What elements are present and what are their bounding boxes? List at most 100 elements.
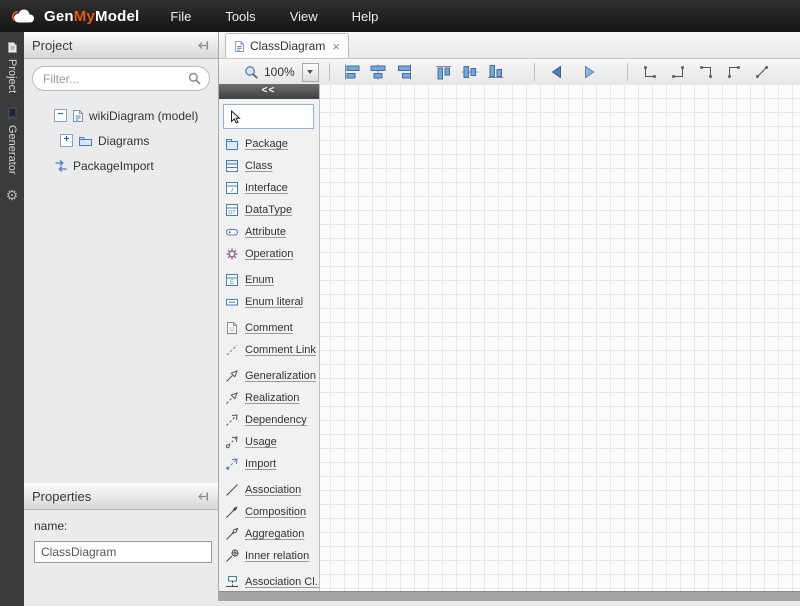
align-bottom-button[interactable] [484,61,508,83]
side-tab-project[interactable]: Project [6,37,18,103]
filter-input[interactable] [32,66,210,91]
editor-area: ClassDiagram × 100% [218,32,800,601]
operation-icon [225,247,239,261]
magnifier-icon [244,65,259,80]
arrow-left-button[interactable] [545,61,569,83]
properties-pin-icon[interactable] [197,490,210,503]
palette-item-association[interactable]: Association [218,479,319,501]
palette-item-usage[interactable]: Usage [218,431,319,453]
menu-file[interactable]: File [153,0,208,32]
elbow-down-right-button[interactable] [638,61,662,83]
elbow-up-right-button[interactable] [722,61,746,83]
palette-item-association-class[interactable]: Association Cl... [218,571,319,592]
palette-item-attribute[interactable]: Attribute [218,221,319,243]
aggregation-icon [225,527,239,541]
collapse-toggle-icon[interactable]: − [54,109,67,122]
palette-item-label: Operation [245,248,293,260]
tab-classdiagram[interactable]: ClassDiagram × [225,33,349,58]
horizontal-scrollbar[interactable] [218,591,800,601]
align-left-button[interactable] [340,61,364,83]
expand-toggle-icon[interactable]: + [60,134,73,147]
association-icon [225,483,239,497]
palette-item-label: Inner relation [245,550,309,562]
tree-node-packageimport[interactable]: PackageImport [24,153,218,178]
menu-view[interactable]: View [273,0,335,32]
brand-model: Model [95,8,139,25]
menu-tools[interactable]: Tools [208,0,272,32]
palette-item-composition[interactable]: Composition [218,501,319,523]
align-center-button[interactable] [366,61,390,83]
package-icon [225,137,239,151]
palette-item-datatype[interactable]: DT DataType [218,199,319,221]
arrow-group [545,61,601,83]
palette-item-label: Interface [245,182,288,194]
svg-text:DT: DT [228,210,236,216]
palette-item-dependency[interactable]: Dependency [218,409,319,431]
palette-item-inner-relation[interactable]: Inner relation [218,545,319,567]
package-import-icon [54,159,68,173]
tree-node-label: Diagrams [98,134,149,148]
palette-item-aggregation[interactable]: Aggregation [218,523,319,545]
model-icon [72,109,84,123]
tree-node-wikidiagram[interactable]: − wikiDiagram (model) [24,103,218,128]
gear-icon[interactable]: ⚙ [6,187,19,204]
tab-bar: ClassDiagram × [218,32,800,59]
palette-item-label: Association [245,484,301,496]
vertical-align-group [432,61,508,83]
arrow-right-button[interactable] [577,61,601,83]
tree-node-diagrams[interactable]: + Diagrams [24,128,218,153]
zoom-dropdown-button[interactable] [302,63,319,82]
palette-item-label: Aggregation [245,528,304,540]
palette-item-label: Attribute [245,226,286,238]
app-title: GenMyModel [44,8,139,25]
cloud-logo-icon [9,7,37,25]
enum-icon: E [225,273,239,287]
palette-item-enum[interactable]: E Enum [218,269,319,291]
interface-icon: I [225,181,239,195]
side-tab-generator[interactable]: Generator [6,103,18,185]
realization-icon [225,391,239,405]
svg-text:E: E [230,280,234,286]
palette-item-class[interactable]: Class [218,155,319,177]
palette-item-label: Import [245,458,276,470]
diagonal-line-button[interactable] [750,61,774,83]
generalization-icon [225,369,239,383]
palette-item-operation[interactable]: Operation [218,243,319,265]
filter-box [32,66,210,91]
name-input[interactable] [34,541,212,563]
palette-item-label: Usage [245,436,277,448]
palette-item-import[interactable]: Import [218,453,319,475]
elbow-right-down-button[interactable] [694,61,718,83]
palette-item-interface[interactable]: I Interface [218,177,319,199]
palette-item-comment-link[interactable]: Comment Link [218,339,319,361]
palette-item-package[interactable]: Package [218,133,319,155]
properties-panel: Properties name: [24,483,218,563]
project-panel-title: Project [32,38,72,53]
project-pin-icon[interactable] [197,39,210,52]
palette-collapse-button[interactable]: << [218,84,319,99]
palette-item-label: Generalization [245,370,316,382]
palette-item-comment[interactable]: Comment [218,317,319,339]
side-tab-generator-label: Generator [6,125,18,175]
palette-item-realization[interactable]: Realization [218,387,319,409]
align-top-button[interactable] [432,61,456,83]
zoom-control[interactable]: 100% [244,63,319,82]
project-panel-header: Project [24,32,218,59]
align-middle-button[interactable] [458,61,482,83]
palette-item-label: Class [245,160,273,172]
tree-node-label: wikiDiagram (model) [89,109,198,123]
toolbar-separator [329,63,330,81]
palette-item-enum-literal[interactable]: Enum literal [218,291,319,313]
menu-help[interactable]: Help [335,0,396,32]
align-right-button[interactable] [392,61,416,83]
palette-item-generalization[interactable]: Generalization [218,365,319,387]
pointer-tool[interactable] [223,104,314,129]
tab-close-icon[interactable]: × [332,39,340,54]
comment-icon [225,321,239,335]
elbow-right-up-button[interactable] [666,61,690,83]
palette-item-label: Realization [245,392,299,404]
tool-palette: << Package Class I Interface DT DataType… [218,84,320,592]
horizontal-align-group [340,61,416,83]
side-tab-strip: Project Generator ⚙ [0,32,24,606]
import-icon [225,457,239,471]
